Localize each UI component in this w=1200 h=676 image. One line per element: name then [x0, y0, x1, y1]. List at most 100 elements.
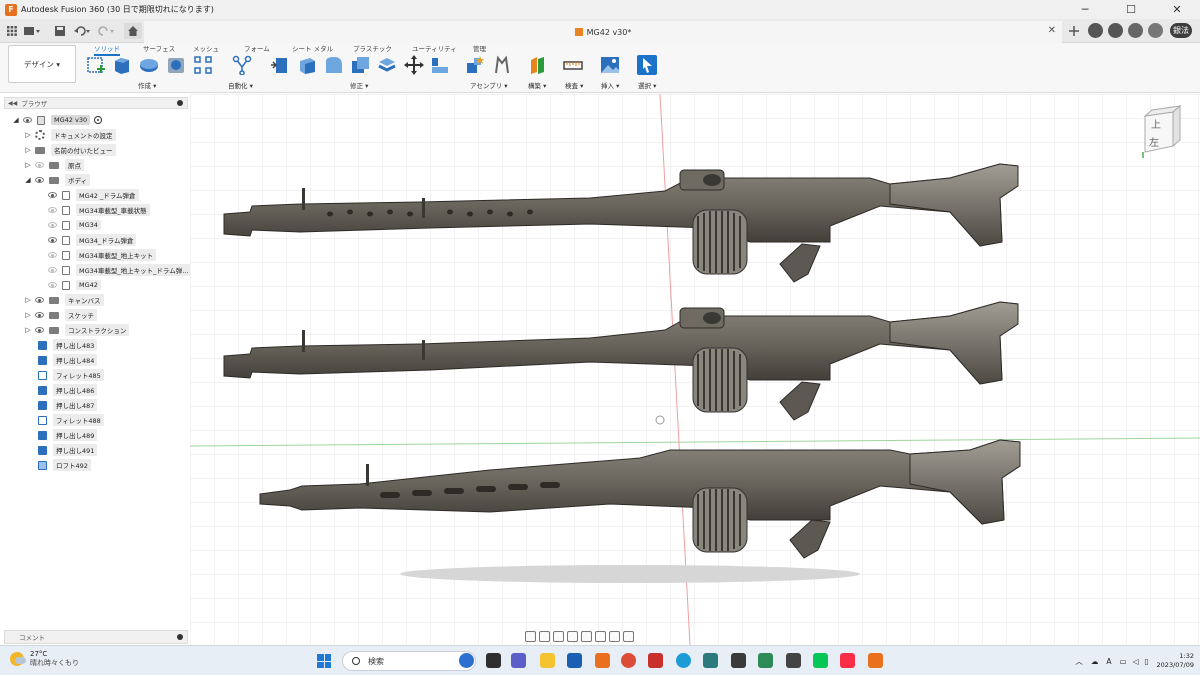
offset-plane-icon[interactable]: [528, 55, 548, 75]
pattern-icon[interactable]: [193, 55, 213, 75]
fit-icon[interactable]: [581, 630, 592, 642]
tab-utility[interactable]: ユーティリティ: [412, 43, 457, 53]
visibility-eye-icon[interactable]: [48, 192, 57, 198]
press-pull-icon[interactable]: [270, 55, 290, 75]
document-tab[interactable]: MG42 v30* ✕: [144, 21, 1062, 43]
tree-body-row[interactable]: MG34車載型_車載状態: [48, 203, 150, 217]
3d-viewport[interactable]: 上 左: [190, 94, 1200, 645]
tree-feature-row[interactable]: フィレット485: [38, 368, 104, 382]
new-tab-icon[interactable]: [1066, 23, 1082, 39]
extrude-icon[interactable]: [112, 55, 132, 75]
expand-arrow-icon[interactable]: ◢: [12, 116, 20, 124]
tree-item-construction[interactable]: ▷ コンストラクション: [24, 323, 130, 337]
visibility-eye-icon[interactable]: [35, 327, 44, 333]
display-settings-icon[interactable]: [595, 630, 606, 642]
onedrive-icon[interactable]: ☁: [1091, 657, 1099, 666]
assemble-group-label[interactable]: アセンブリ ▾: [470, 80, 508, 90]
mail-icon[interactable]: [567, 653, 582, 668]
tree-body-row[interactable]: MG34_ドラム弾倉: [48, 233, 137, 247]
undo-icon[interactable]: [74, 23, 90, 39]
tree-feature-row[interactable]: 押し出し486: [38, 383, 98, 397]
browser-header[interactable]: ◀◀ ブラウザ: [4, 97, 188, 109]
expand-arrow-icon[interactable]: ▷: [24, 326, 32, 334]
tab-plastic[interactable]: プラスチック: [353, 43, 392, 53]
collapse-panel-icon[interactable]: ◀◀: [8, 100, 17, 107]
task-view-icon[interactable]: [486, 653, 501, 668]
tree-feature-row[interactable]: フィレット488: [38, 413, 104, 427]
tree-body-row[interactable]: MG34車載型_地上キット: [48, 248, 157, 262]
volume-icon[interactable]: ◁: [1133, 657, 1139, 666]
modify-group-label[interactable]: 修正 ▾: [350, 80, 368, 90]
tree-feature-row[interactable]: 押し出し484: [38, 353, 98, 367]
battery-icon[interactable]: ▯: [1144, 657, 1148, 666]
home-icon[interactable]: [124, 23, 142, 39]
align-icon[interactable]: [430, 55, 450, 75]
expand-arrow-icon[interactable]: ▷: [24, 296, 32, 304]
expand-arrow-icon[interactable]: ▷: [24, 131, 32, 139]
revolve-icon[interactable]: [139, 55, 159, 75]
move-copy-icon[interactable]: [404, 55, 424, 75]
tree-item-document-settings[interactable]: ▷ ドキュメントの設定: [24, 128, 116, 142]
create-group-label[interactable]: 作成 ▾: [138, 80, 156, 90]
user-badge[interactable]: 銀法: [1170, 23, 1192, 38]
visibility-eye-icon[interactable]: [48, 207, 57, 213]
select-icon[interactable]: [637, 55, 657, 75]
create-sketch-icon[interactable]: [86, 55, 106, 75]
tree-item-origin[interactable]: ▷ 原点: [24, 158, 84, 172]
tab-mesh[interactable]: メッシュ: [193, 43, 219, 53]
tree-item-sketches[interactable]: ▷ スケッチ: [24, 308, 97, 322]
shell-icon[interactable]: [350, 55, 370, 75]
activate-target-icon[interactable]: [94, 116, 103, 124]
panel-options-icon[interactable]: [177, 100, 183, 106]
automate-group-label[interactable]: 自動化 ▾: [228, 80, 253, 90]
canvas-scene[interactable]: 上 左: [190, 94, 1200, 645]
help-icon[interactable]: [1148, 23, 1163, 38]
tree-feature-row[interactable]: ロフト492: [38, 458, 91, 472]
tray-chevron-icon[interactable]: ︿: [1075, 656, 1083, 667]
visibility-eye-icon[interactable]: [48, 252, 57, 258]
app-icon[interactable]: [786, 653, 801, 668]
visibility-eye-icon[interactable]: [35, 297, 44, 303]
clock[interactable]: 1:32 2023/07/09: [1157, 652, 1194, 670]
tree-item-named-views[interactable]: ▷ 名前の付いたビュー: [24, 143, 116, 157]
tree-root[interactable]: ◢ MG42 v30: [12, 113, 103, 127]
teams-chat-icon[interactable]: [511, 653, 526, 668]
notifications-icon[interactable]: [1128, 23, 1143, 38]
hole-icon[interactable]: [166, 55, 186, 75]
fusion-taskbar-icon[interactable]: [595, 653, 610, 668]
expand-arrow-icon[interactable]: ▷: [24, 146, 32, 154]
tree-feature-row[interactable]: 押し出し489: [38, 428, 98, 442]
automate-icon[interactable]: [232, 55, 252, 76]
file-explorer-icon[interactable]: [540, 653, 555, 668]
save-icon[interactable]: [52, 23, 68, 39]
chrome-icon[interactable]: [621, 653, 636, 668]
visibility-eye-icon[interactable]: [48, 282, 57, 288]
orbit-icon[interactable]: [525, 630, 536, 642]
insert-group-label[interactable]: 挿入 ▾: [601, 80, 619, 90]
line-icon[interactable]: [813, 653, 828, 668]
close-button[interactable]: ✕: [1154, 0, 1200, 19]
tree-item-bodies[interactable]: ◢ ボディ: [24, 173, 91, 187]
job-status-icon[interactable]: [1108, 23, 1123, 38]
tab-sheet-metal[interactable]: シート メタル: [292, 43, 333, 53]
visibility-eye-icon[interactable]: [48, 237, 57, 243]
capcut-icon[interactable]: [731, 653, 746, 668]
taskbar-search[interactable]: 検索: [342, 651, 476, 671]
tree-body-row[interactable]: MG42: [48, 278, 101, 292]
redo-icon[interactable]: [98, 23, 114, 39]
fusion-active-icon[interactable]: [868, 653, 883, 668]
ime-mode[interactable]: A: [1106, 657, 1111, 666]
new-component-icon[interactable]: [465, 55, 485, 75]
look-at-icon[interactable]: [539, 630, 550, 642]
tree-item-canvases[interactable]: ▷ キャンバス: [24, 293, 104, 307]
windows-start-icon[interactable]: [317, 654, 331, 668]
weather-widget[interactable]: 27°C 晴れ時々くもり: [10, 650, 79, 668]
zoom-icon[interactable]: [567, 630, 578, 642]
close-tab-icon[interactable]: ✕: [1048, 25, 1056, 36]
extensions-icon[interactable]: [1088, 23, 1103, 38]
tree-body-row[interactable]: MG34: [48, 218, 101, 232]
bing-icon[interactable]: [459, 653, 474, 668]
tab-form[interactable]: フォーム: [244, 43, 270, 53]
visibility-eye-icon[interactable]: [23, 117, 32, 123]
tab-manage[interactable]: 管理: [473, 43, 486, 53]
